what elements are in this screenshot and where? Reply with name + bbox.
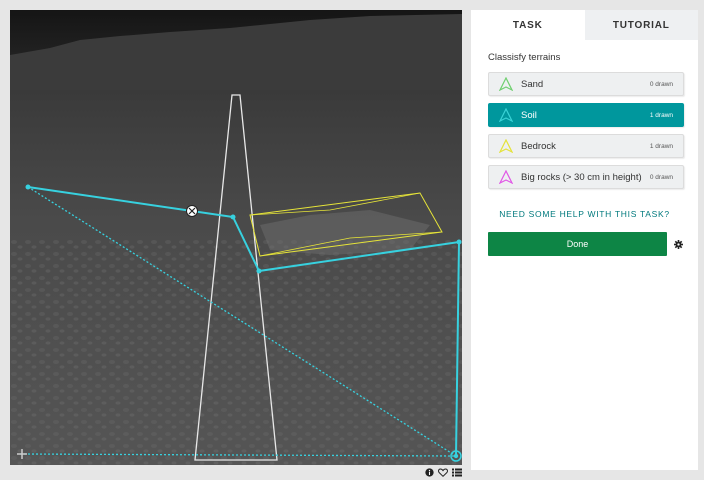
choice-bedrock[interactable]: Bedrock 1 drawn [488, 134, 684, 158]
heart-icon[interactable] [438, 467, 448, 477]
choice-label: Sand [521, 78, 544, 90]
big-rocks-triangle-icon [499, 170, 513, 184]
sand-triangle-icon [499, 77, 513, 91]
choice-label: Bedrock [521, 140, 556, 152]
viewer-toolbar [424, 466, 462, 478]
drawn-count: 0 drawn [649, 80, 673, 88]
help-link[interactable]: NEED SOME HELP WITH THIS TASK? [471, 209, 698, 221]
done-row: Done [488, 232, 698, 256]
drawn-count: 1 drawn [649, 111, 673, 119]
done-button[interactable]: Done [488, 232, 667, 256]
soil-triangle-icon [499, 108, 513, 122]
delete-mark-icon[interactable] [186, 205, 198, 217]
terrain-canvas[interactable] [10, 10, 462, 465]
choice-label: Big rocks (> 30 cm in height) [521, 171, 642, 183]
answer-choices: Sand 0 drawn Soil 1 drawn Bedrock 1 draw… [471, 72, 698, 189]
tab-task[interactable]: TASK [471, 10, 585, 40]
soil-vertex[interactable] [456, 239, 462, 245]
drawn-count: 1 drawn [649, 142, 673, 150]
task-tabs: TASK TUTORIAL [471, 10, 698, 40]
gear-icon[interactable] [673, 239, 683, 249]
choice-soil[interactable]: Soil 1 drawn [488, 103, 684, 127]
soil-active-vertex-dot [453, 453, 459, 459]
info-icon[interactable] [424, 467, 434, 477]
tab-tutorial[interactable]: TUTORIAL [584, 10, 698, 40]
choice-big-rocks[interactable]: Big rocks (> 30 cm in height) 0 drawn [488, 165, 684, 189]
subject-image-viewer[interactable] [10, 10, 462, 465]
drawn-count: 0 drawn [649, 173, 673, 181]
task-panel: TASK TUTORIAL Classisfy terrains Sand 0 … [471, 10, 698, 470]
soil-vertex[interactable] [256, 268, 262, 274]
task-question: Classisfy terrains [488, 52, 561, 63]
rock-texture [10, 240, 462, 465]
choice-sand[interactable]: Sand 0 drawn [488, 72, 684, 96]
soil-vertex[interactable] [25, 184, 31, 190]
choice-label: Soil [521, 109, 537, 121]
bedrock-triangle-icon [499, 139, 513, 153]
soil-vertex[interactable] [230, 214, 236, 220]
collections-icon[interactable] [452, 467, 462, 477]
